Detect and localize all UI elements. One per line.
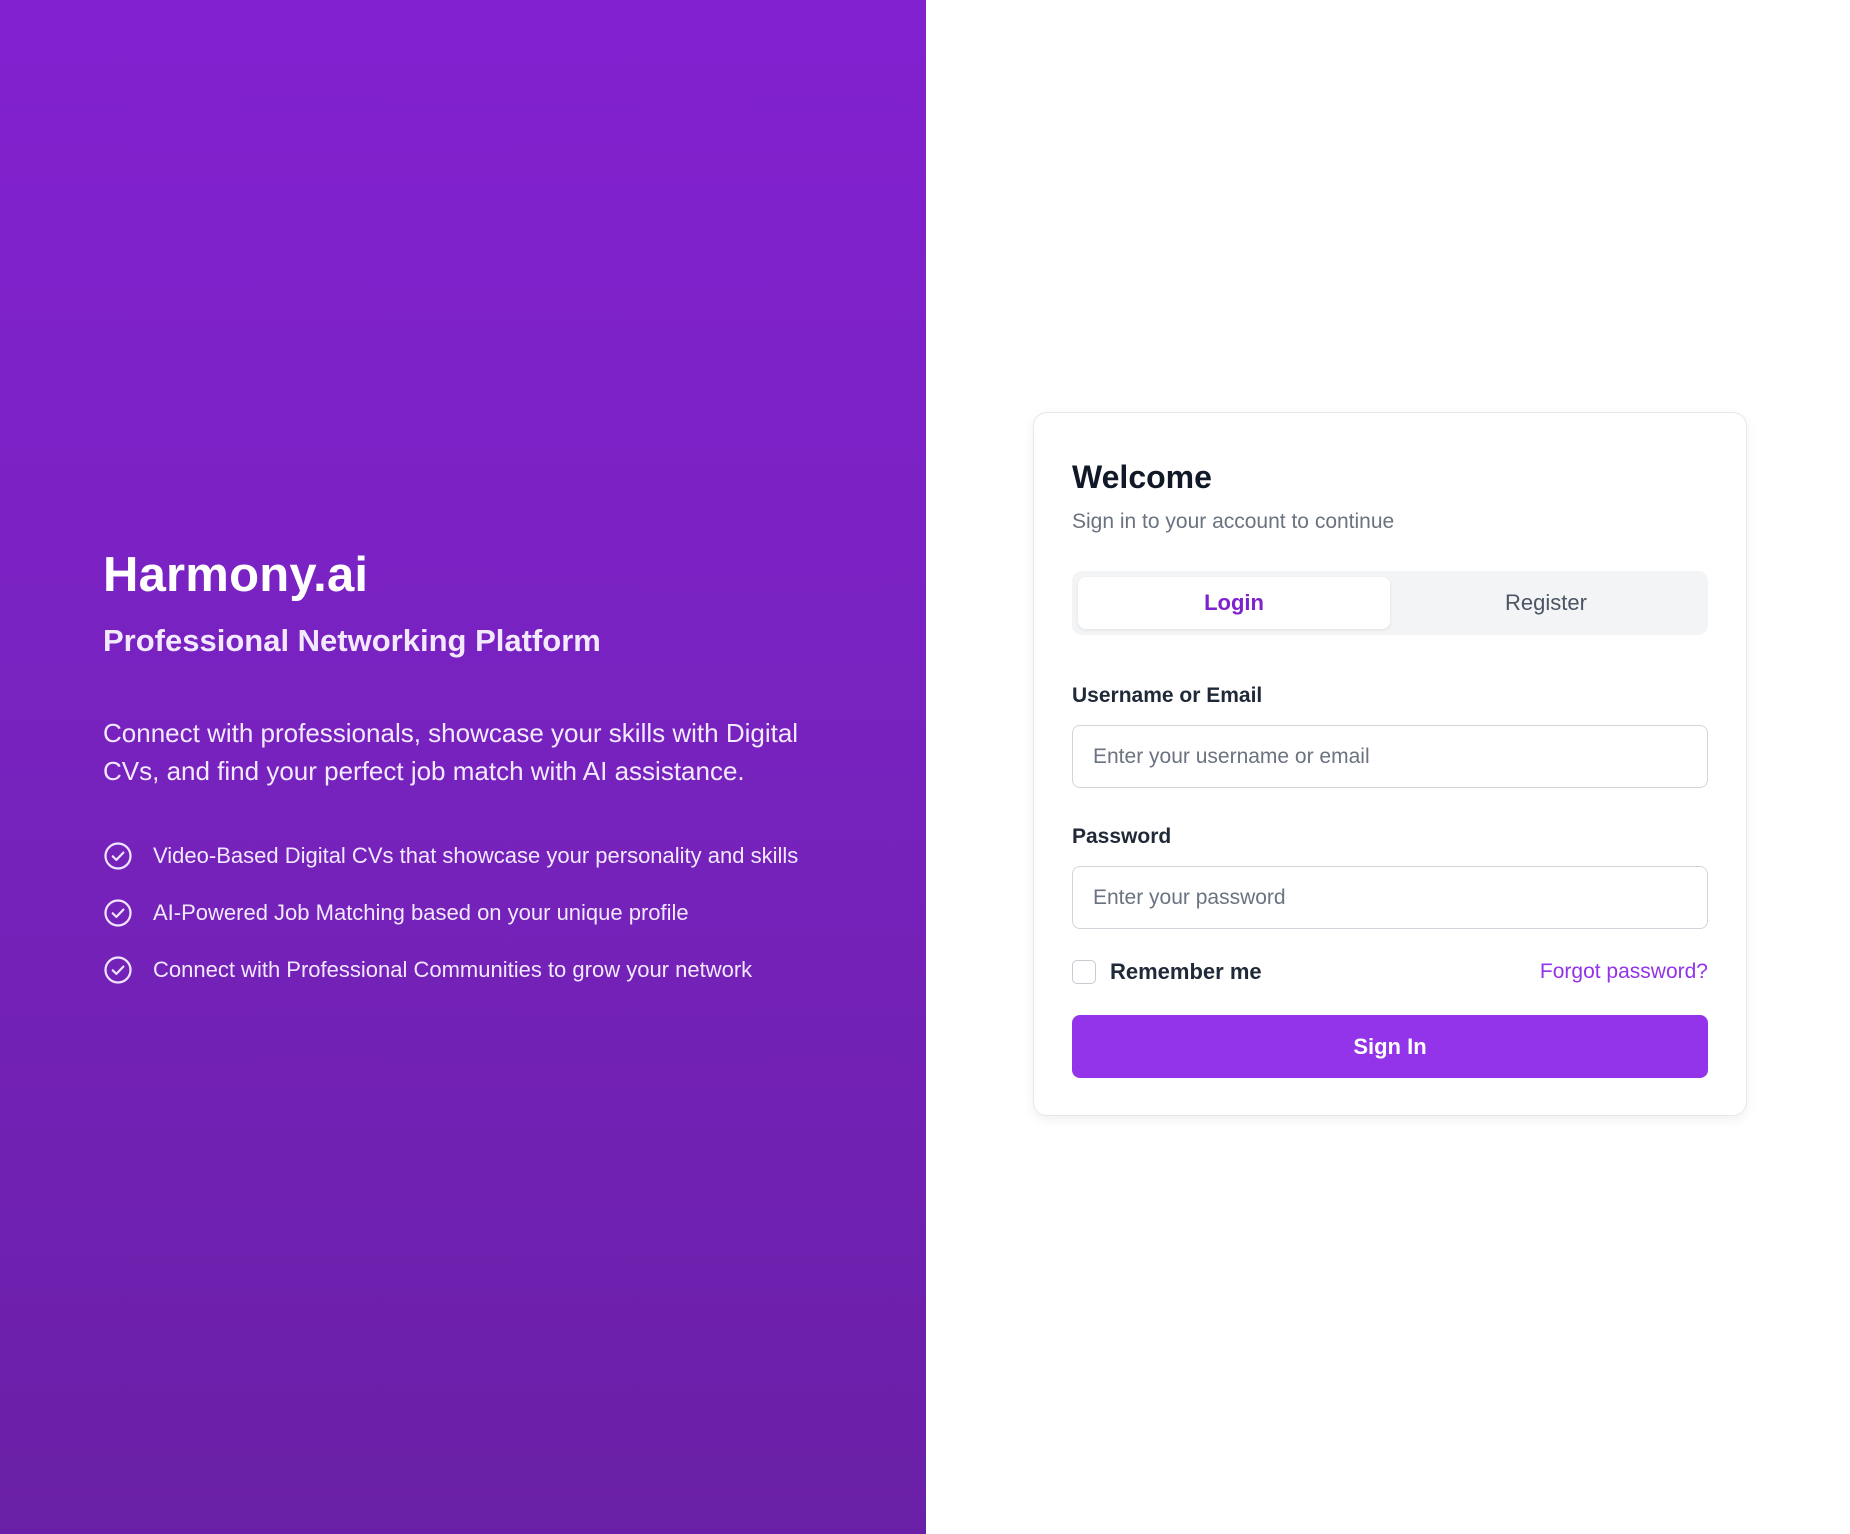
password-input[interactable] — [1072, 866, 1708, 929]
feature-text: Connect with Professional Communities to… — [153, 957, 753, 982]
card-subtitle: Sign in to your account to continue — [1072, 510, 1395, 533]
auth-panel: Welcome Sign in to your account to conti… — [926, 0, 1850, 1534]
check-circle-icon — [104, 842, 132, 870]
hero-description: Connect with professionals, showcase you… — [103, 718, 799, 786]
brand-name: Harmony.ai — [103, 548, 369, 602]
username-input[interactable] — [1072, 725, 1708, 788]
tab-login[interactable]: Login — [1078, 577, 1390, 629]
forgot-password-link[interactable]: Forgot password? — [1540, 960, 1708, 984]
feature-item: AI-Powered Job Matching based on your un… — [103, 897, 823, 929]
feature-item: Video-Based Digital CVs that showcase yo… — [103, 840, 823, 872]
password-label: Password — [1072, 825, 1172, 848]
check-circle-icon — [104, 956, 132, 984]
feature-list: Video-Based Digital CVs that showcase yo… — [103, 840, 823, 986]
login-card: Welcome Sign in to your account to conti… — [1033, 412, 1747, 1116]
username-label: Username or Email — [1072, 684, 1263, 707]
remember-me-checkbox[interactable] — [1072, 960, 1096, 984]
remember-me-group: Remember me — [1072, 959, 1262, 985]
tab-register[interactable]: Register — [1390, 577, 1702, 629]
auth-tabs: Login Register — [1072, 571, 1708, 635]
remember-row: Remember me Forgot password? — [1072, 957, 1708, 987]
check-circle-icon — [104, 899, 132, 927]
remember-me-label[interactable]: Remember me — [1110, 959, 1262, 985]
hero-content: Harmony.ai Professional Networking Platf… — [103, 545, 823, 1011]
hero-panel: Harmony.ai Professional Networking Platf… — [0, 0, 926, 1534]
feature-item: Connect with Professional Communities to… — [103, 954, 823, 986]
sign-in-button[interactable]: Sign In — [1072, 1015, 1708, 1078]
feature-text: Video-Based Digital CVs that showcase yo… — [153, 843, 799, 868]
brand-tagline: Professional Networking Platform — [103, 623, 601, 658]
login-page: Harmony.ai Professional Networking Platf… — [0, 0, 1850, 1534]
card-title: Welcome — [1072, 459, 1212, 495]
feature-text: AI-Powered Job Matching based on your un… — [153, 900, 689, 925]
